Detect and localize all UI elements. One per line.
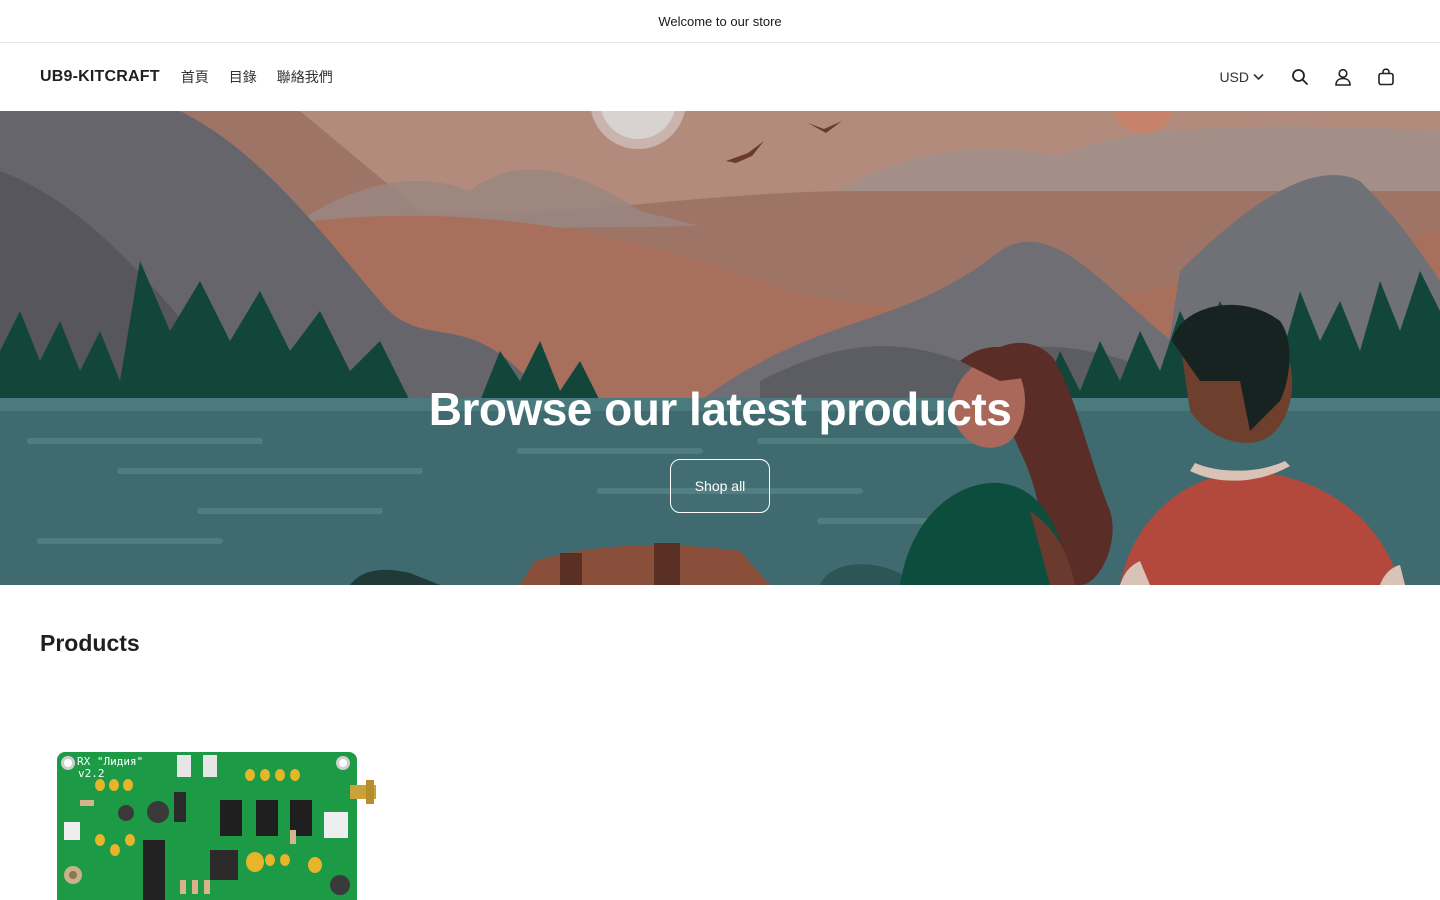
announcement-bar: Welcome to our store [0,0,1440,43]
search-button[interactable] [1286,63,1314,91]
account-icon [1335,68,1351,86]
search-icon [1292,69,1308,85]
main-nav: 首頁 目錄 聯絡我們 [181,67,353,87]
hero-illustration [0,111,1440,585]
nav-item-catalog[interactable]: 目錄 [229,67,257,87]
hero-title: Browse our latest products [428,383,1012,435]
products-heading: Products [40,630,140,656]
nav-item-home[interactable]: 首頁 [181,67,209,87]
account-button[interactable] [1329,63,1357,91]
header-actions: USD [1219,63,1400,91]
product-image: RX "Лидия" v2.2 [40,700,380,900]
store-logo[interactable]: UB9-KITCRAFT [40,68,160,86]
chevron-down-icon [1253,73,1264,81]
nav-item-contact[interactable]: 聯絡我們 [277,67,333,87]
currency-label: USD [1219,69,1249,85]
product-card[interactable]: RX "Лидия" v2.2 [40,700,380,900]
cart-button[interactable] [1372,63,1400,91]
cart-icon [1378,68,1394,86]
site-header: UB9-KITCRAFT 首頁 目錄 聯絡我們 USD [0,43,1440,111]
announcement-text: Welcome to our store [658,13,782,29]
currency-selector[interactable]: USD [1219,69,1264,85]
shop-all-button[interactable]: Shop all [670,459,770,513]
hero-banner: Browse our latest products Shop all [0,111,1440,585]
pcb-label-version: v2.2 [78,767,105,780]
